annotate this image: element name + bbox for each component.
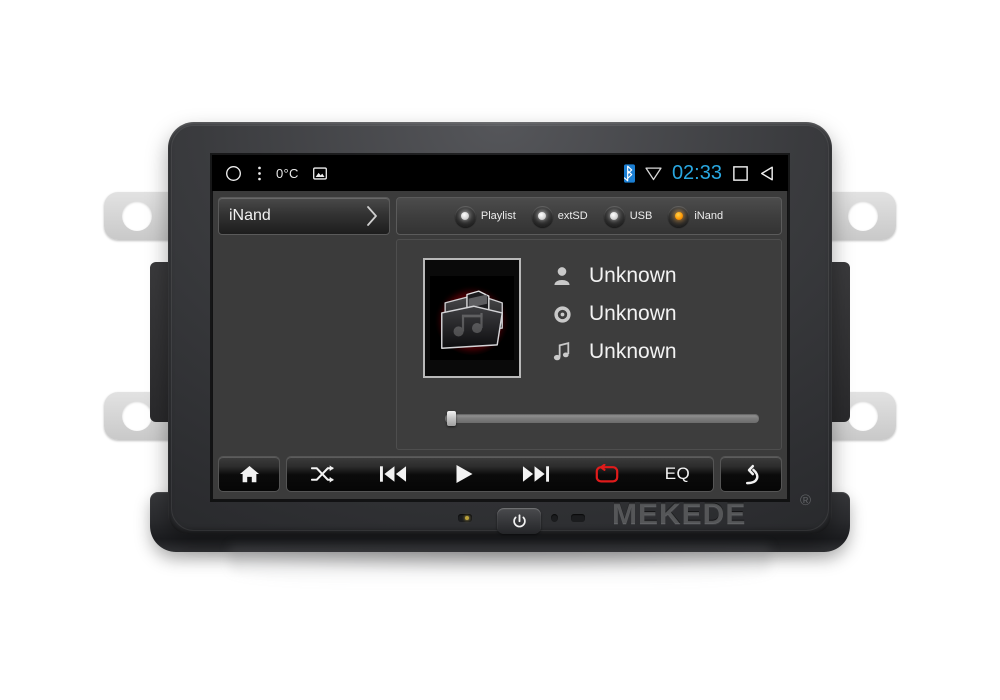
artist-value: Unknown — [589, 264, 677, 287]
bracket-hole — [122, 201, 152, 231]
home-button[interactable] — [218, 456, 280, 492]
album-value: Unknown — [589, 302, 677, 325]
indicator-led-left — [458, 514, 472, 522]
square-recents-icon[interactable] — [732, 165, 749, 182]
source-label-usb: USB — [629, 210, 653, 222]
play-button[interactable] — [429, 457, 500, 491]
progress-track — [445, 414, 759, 423]
chevron-right-icon — [365, 205, 379, 227]
music-folder-icon — [430, 276, 514, 360]
return-arrow-icon — [741, 464, 762, 485]
source-button-playlist[interactable]: Playlist — [449, 205, 522, 227]
source-label-inand: iNand — [694, 210, 724, 222]
source-led-extsd — [531, 205, 553, 227]
progress-thumb[interactable] — [447, 411, 456, 426]
playback-progress-slider[interactable] — [445, 411, 759, 426]
next-track-icon — [522, 465, 549, 483]
next-button[interactable] — [500, 457, 571, 491]
source-label-extsd: extSD — [557, 210, 588, 222]
overflow-menu-icon[interactable] — [257, 164, 262, 183]
android-status-bar: 0°C 02:33 — [212, 155, 788, 191]
track-value: Unknown — [589, 340, 677, 363]
indicator-led-right — [571, 514, 585, 522]
file-list-pane[interactable] — [218, 239, 390, 450]
head-unit-device: MEKEDE ® 0°C 02:33 iNand Playlist extSD … — [0, 0, 1000, 700]
repeat-icon — [594, 463, 620, 485]
trademark-symbol: ® — [800, 492, 812, 509]
source-button-usb[interactable]: USB — [598, 205, 659, 227]
bracket-hole — [848, 201, 878, 231]
play-icon — [455, 464, 474, 484]
image-icon[interactable] — [312, 166, 327, 180]
track-note-icon — [551, 342, 573, 362]
power-button[interactable] — [497, 508, 541, 534]
previous-track-icon — [380, 465, 407, 483]
touchscreen-display: 0°C 02:33 iNand Playlist extSD USB iNand… — [212, 155, 788, 500]
source-label-playlist: Playlist — [480, 210, 516, 222]
back-triangle-icon[interactable] — [759, 165, 776, 182]
circle-home-icon[interactable] — [224, 164, 243, 183]
previous-button[interactable] — [358, 457, 429, 491]
eq-label: EQ — [664, 464, 691, 483]
brand-logo: MEKEDE — [612, 498, 747, 531]
playback-control-bar: EQ — [212, 450, 788, 498]
wifi-signal-icon — [645, 166, 662, 181]
shuffle-button[interactable] — [287, 457, 358, 491]
current-path-label: iNand — [229, 207, 271, 224]
shuffle-icon — [311, 464, 334, 484]
source-led-usb — [603, 205, 625, 227]
album-art — [423, 258, 521, 378]
metadata-row-artist: Unknown — [551, 264, 677, 288]
bracket-hole — [848, 401, 878, 431]
source-led-inand — [668, 205, 690, 227]
home-icon — [239, 464, 260, 484]
track-metadata-list: Unknown Unknown Unknown — [551, 258, 677, 364]
clock: 02:33 — [671, 161, 722, 184]
artist-person-icon — [551, 266, 573, 286]
source-led-playlist — [454, 205, 476, 227]
eq-button[interactable]: EQ — [642, 457, 713, 491]
transport-controls: EQ — [286, 456, 714, 492]
current-path-chip[interactable]: iNand — [218, 197, 390, 235]
bluetooth-icon — [623, 163, 635, 183]
metadata-row-album: Unknown — [551, 302, 677, 326]
source-button-extsd[interactable]: extSD — [526, 205, 594, 227]
content-area: Unknown Unknown Unknown — [212, 235, 788, 450]
device-shadow — [180, 548, 830, 574]
now-playing-pane: Unknown Unknown Unknown — [396, 239, 782, 450]
repeat-button[interactable] — [571, 457, 642, 491]
metadata-row-track: Unknown — [551, 340, 677, 364]
source-button-panel: Playlist extSD USB iNand — [396, 197, 782, 235]
power-icon — [512, 513, 526, 527]
microphone-hole — [551, 514, 558, 522]
source-button-inand[interactable]: iNand — [662, 205, 729, 227]
back-button[interactable] — [720, 456, 782, 492]
temperature-readout: 0°C — [276, 165, 299, 181]
source-selection-row: iNand Playlist extSD USB iNand — [212, 191, 788, 235]
bracket-hole — [122, 401, 152, 431]
album-disc-icon — [551, 305, 573, 324]
